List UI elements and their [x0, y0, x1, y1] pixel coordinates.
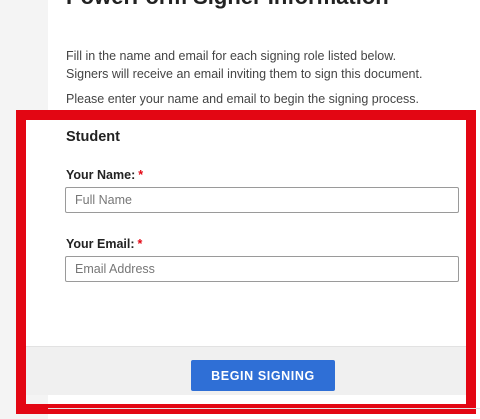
page-title: PowerForm Signer Information — [66, 0, 389, 10]
intro-line-2: Signers will receive an email inviting t… — [66, 67, 423, 81]
red-highlight-box — [16, 110, 476, 414]
signing-prompt: Please enter your name and email to begi… — [66, 92, 419, 106]
intro-line-1: Fill in the name and email for each sign… — [66, 49, 397, 63]
divider — [48, 408, 480, 409]
intro-text: Fill in the name and email for each sign… — [66, 47, 471, 83]
